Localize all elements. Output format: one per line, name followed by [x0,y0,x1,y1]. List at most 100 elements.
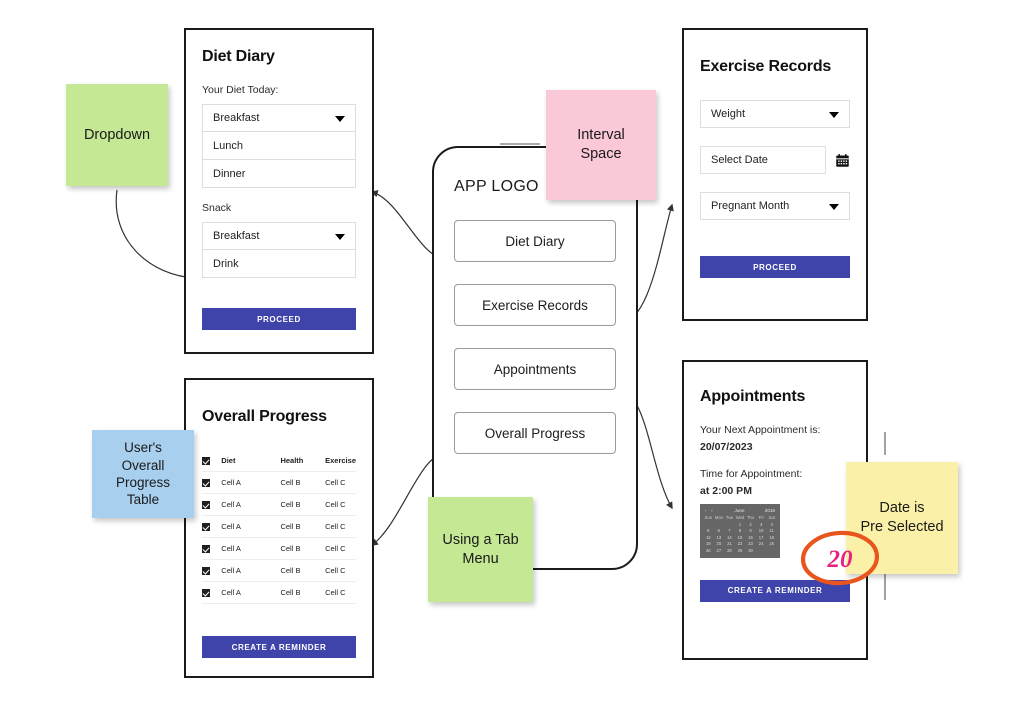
lunch-input-value: Lunch [213,139,243,152]
row-checkbox-cell[interactable] [202,560,221,582]
diet-proceed-button[interactable]: PROCEED [202,308,356,330]
row-checkbox-cell[interactable] [202,494,221,516]
meal-dropdown-value: Breakfast [213,112,260,124]
exercise-records-title: Exercise Records [700,58,832,75]
wireframe-canvas: Diet Diary Your Diet Today: Breakfast Lu… [0,0,1024,706]
pregnant-month-dropdown[interactable]: Pregnant Month [700,192,850,220]
cell-exercise: Cell C [325,588,346,598]
header-checkbox-cell[interactable] [202,450,221,472]
drink-input-value: Drink [213,257,239,270]
calendar-day-header: Tue [725,515,733,520]
checkbox-icon[interactable] [202,479,210,488]
cell-diet: Cell A [221,478,241,488]
progress-table-body: Cell A Cell B Cell C Cell A Cell B Cell … [202,472,356,604]
calendar-day-header: Mon [714,515,723,520]
calendar-day-cell[interactable]: 11 [766,528,777,533]
checkbox-icon[interactable] [202,567,210,576]
calendar-day-cell[interactable]: 23 [745,541,756,546]
calendar-day-header: Thu [746,515,755,520]
panel-appointments: Appointments Your Next Appointment is: 2… [682,360,868,660]
calendar-day-cell[interactable]: 7 [724,528,735,533]
calendar-day-cell[interactable]: 25 [766,541,777,546]
mini-calendar[interactable]: ‹ › June 2016 SunMonTueWedThuFriSat...12… [700,504,780,558]
calendar-day-cell[interactable]: 13 [714,535,725,540]
calendar-day-cell[interactable]: 30 [745,548,756,553]
calendar-day-cell[interactable]: 5 [703,528,714,533]
calendar-day-cell[interactable]: 22 [735,541,746,546]
calendar-day-cell[interactable]: 2 [745,522,756,527]
calendar-day-cell[interactable]: 4 [766,522,777,527]
calendar-day-header: Sun [704,515,712,520]
create-reminder-button-progress[interactable]: CREATE A REMINDER [202,636,356,659]
calendar-day-cell[interactable]: 21 [724,541,735,546]
tab-overall-progress[interactable]: Overall Progress [454,412,616,454]
dinner-input[interactable]: Dinner [202,160,356,188]
checkbox-icon[interactable] [202,523,210,532]
cell-diet: Cell A [221,566,241,576]
calendar-day-cell[interactable]: 12 [703,535,714,540]
calendar-day-cell[interactable]: 17 [756,535,767,540]
calendar-day-cell[interactable]: 16 [745,535,756,540]
table-row[interactable]: Cell A Cell B Cell C [202,472,356,494]
overall-progress-title: Overall Progress [202,408,327,425]
calendar-day-cell[interactable]: 26 [703,548,714,553]
create-reminder-button-appointments[interactable]: CREATE A REMINDER [700,579,850,602]
calendar-day-cell[interactable]: 6 [714,528,725,533]
row-checkbox-cell[interactable] [202,582,221,604]
dinner-input-value: Dinner [213,167,246,180]
metric-dropdown[interactable]: Weight [700,100,850,128]
meal-dropdown[interactable]: Breakfast [202,104,356,132]
calendar-day-cell[interactable]: 18 [766,535,777,540]
row-checkbox-cell[interactable] [202,516,221,538]
pregnant-month-value: Pregnant Month [711,200,790,212]
row-checkbox-cell[interactable] [202,538,221,560]
calendar-day-cell[interactable]: 29 [735,548,746,553]
tab-diet-diary[interactable]: Diet Diary [454,220,616,262]
next-appointment-label: Your Next Appointment is: [700,424,821,436]
calendar-day-cell[interactable]: 28 [724,548,735,553]
table-row[interactable]: Cell A Cell B Cell C [202,582,356,604]
calendar-month-label: June [734,508,745,513]
panel-exercise-records: Exercise Records Weight Select Date Preg… [682,28,868,321]
calendar-day-cell[interactable]: 8 [735,528,746,533]
note-date-preselected-text: Date is Pre Selected [860,500,944,535]
calendar-year-label: 2016 [764,508,775,513]
checkbox-icon[interactable] [202,457,210,466]
cell-health: Cell B [280,566,301,576]
calendar-day-cell[interactable]: 15 [735,535,746,540]
calendar-day-cell[interactable]: 27 [714,548,725,553]
column-header-diet: Diet [221,456,236,465]
snack-dropdown[interactable]: Breakfast [202,222,356,250]
table-row[interactable]: Cell A Cell B Cell C [202,560,356,582]
cell-diet: Cell A [221,588,241,598]
table-row[interactable]: Cell A Cell B Cell C [202,516,356,538]
calendar-icon[interactable] [835,153,850,168]
calendar-prev-icon[interactable]: ‹ [705,508,708,513]
calendar-day-cell[interactable]: 14 [724,535,735,540]
calendar-day-cell[interactable]: 20 [714,541,725,546]
table-row[interactable]: Cell A Cell B Cell C [202,494,356,516]
checkbox-icon[interactable] [202,545,210,554]
lunch-input[interactable]: Lunch [202,132,356,160]
tab-appointments[interactable]: Appointments [454,348,616,390]
select-date-input[interactable]: Select Date [700,146,826,174]
checkbox-icon[interactable] [202,501,210,510]
calendar-day-cell[interactable]: 9 [745,528,756,533]
calendar-day-cell[interactable]: 24 [756,541,767,546]
drink-input[interactable]: Drink [202,250,356,278]
checkbox-icon[interactable] [202,589,210,598]
calendar-day-cell[interactable]: 3 [756,522,767,527]
calendar-day-header: Fri [758,515,764,520]
calendar-blank-cell: . [714,522,725,527]
exercise-proceed-button[interactable]: PROCEED [700,256,850,278]
cell-health: Cell B [280,522,301,532]
mini-calendar-grid[interactable]: SunMonTueWedThuFriSat...1234567891011121… [703,515,777,553]
row-checkbox-cell[interactable] [202,472,221,494]
chevron-down-icon [829,112,839,118]
calendar-day-cell[interactable]: 19 [703,541,714,546]
calendar-day-cell[interactable]: 1 [735,522,746,527]
tab-exercise-records[interactable]: Exercise Records [454,284,616,326]
calendar-day-cell[interactable]: 10 [756,528,767,533]
table-row[interactable]: Cell A Cell B Cell C [202,538,356,560]
cell-exercise: Cell C [325,478,346,488]
